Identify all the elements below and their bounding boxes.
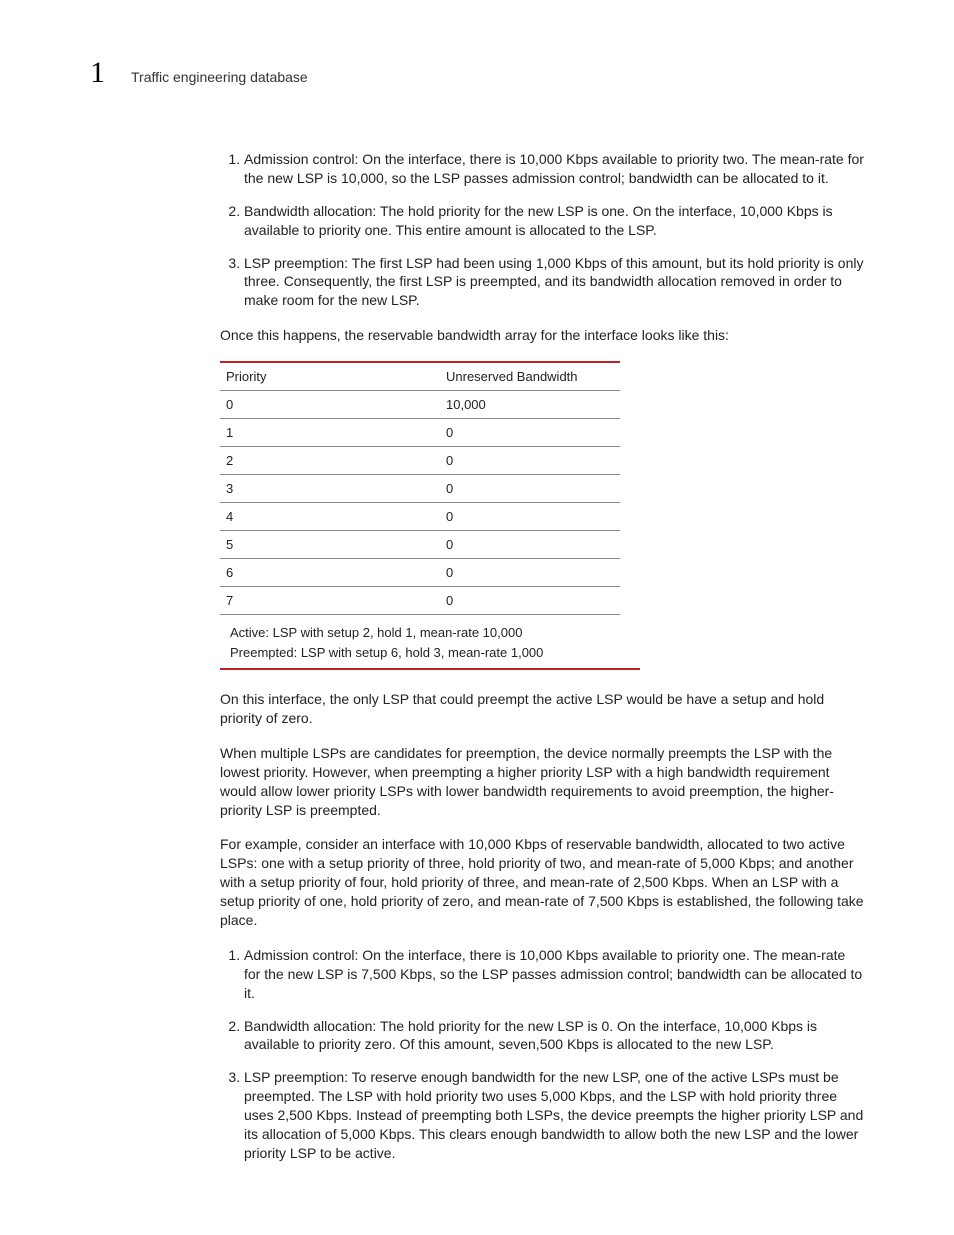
list-item: LSP preemption: To reserve enough bandwi… [244, 1068, 864, 1162]
bandwidth-table: Priority Unreserved Bandwidth 010,000 10… [220, 361, 620, 615]
table-row: 40 [220, 503, 620, 531]
cell-priority: 0 [220, 391, 440, 419]
body-paragraph: When multiple LSPs are candidates for pr… [220, 744, 864, 820]
table-notes: Active: LSP with setup 2, hold 1, mean-r… [220, 619, 640, 670]
note-preempted: Preempted: LSP with setup 6, hold 3, mea… [230, 643, 630, 663]
body-paragraph: For example, consider an interface with … [220, 835, 864, 929]
list-item: Admission control: On the interface, the… [244, 946, 864, 1003]
list-item: Admission control: On the interface, the… [244, 150, 864, 188]
cell-priority: 3 [220, 475, 440, 503]
cell-bandwidth: 0 [440, 475, 620, 503]
table-header-row: Priority Unreserved Bandwidth [220, 362, 620, 391]
cell-priority: 7 [220, 587, 440, 615]
cell-bandwidth: 0 [440, 587, 620, 615]
table-row: 50 [220, 531, 620, 559]
note-active: Active: LSP with setup 2, hold 1, mean-r… [230, 623, 630, 643]
cell-bandwidth: 10,000 [440, 391, 620, 419]
cell-bandwidth: 0 [440, 531, 620, 559]
col-bandwidth: Unreserved Bandwidth [440, 362, 620, 391]
table-row: 70 [220, 587, 620, 615]
body-paragraph: On this interface, the only LSP that cou… [220, 690, 864, 728]
page-title: Traffic engineering database [131, 69, 308, 85]
list-item: LSP preemption: The first LSP had been u… [244, 254, 864, 311]
table-row: 30 [220, 475, 620, 503]
chapter-number: 1 [90, 58, 105, 88]
admission-list-1: Admission control: On the interface, the… [220, 150, 864, 310]
cell-priority: 2 [220, 447, 440, 475]
cell-bandwidth: 0 [440, 559, 620, 587]
admission-list-2: Admission control: On the interface, the… [220, 946, 864, 1163]
cell-priority: 4 [220, 503, 440, 531]
content-area: Admission control: On the interface, the… [220, 150, 864, 1163]
cell-priority: 5 [220, 531, 440, 559]
table-row: 010,000 [220, 391, 620, 419]
body-paragraph: Once this happens, the reservable bandwi… [220, 326, 864, 345]
list-item: Bandwidth allocation: The hold priority … [244, 202, 864, 240]
cell-bandwidth: 0 [440, 447, 620, 475]
page: 1 Traffic engineering database Admission… [0, 0, 954, 1235]
table-row: 20 [220, 447, 620, 475]
cell-priority: 1 [220, 419, 440, 447]
cell-bandwidth: 0 [440, 503, 620, 531]
cell-priority: 6 [220, 559, 440, 587]
table-row: 10 [220, 419, 620, 447]
col-priority: Priority [220, 362, 440, 391]
table-row: 60 [220, 559, 620, 587]
list-item: Bandwidth allocation: The hold priority … [244, 1017, 864, 1055]
cell-bandwidth: 0 [440, 419, 620, 447]
page-header: 1 Traffic engineering database [90, 58, 864, 88]
